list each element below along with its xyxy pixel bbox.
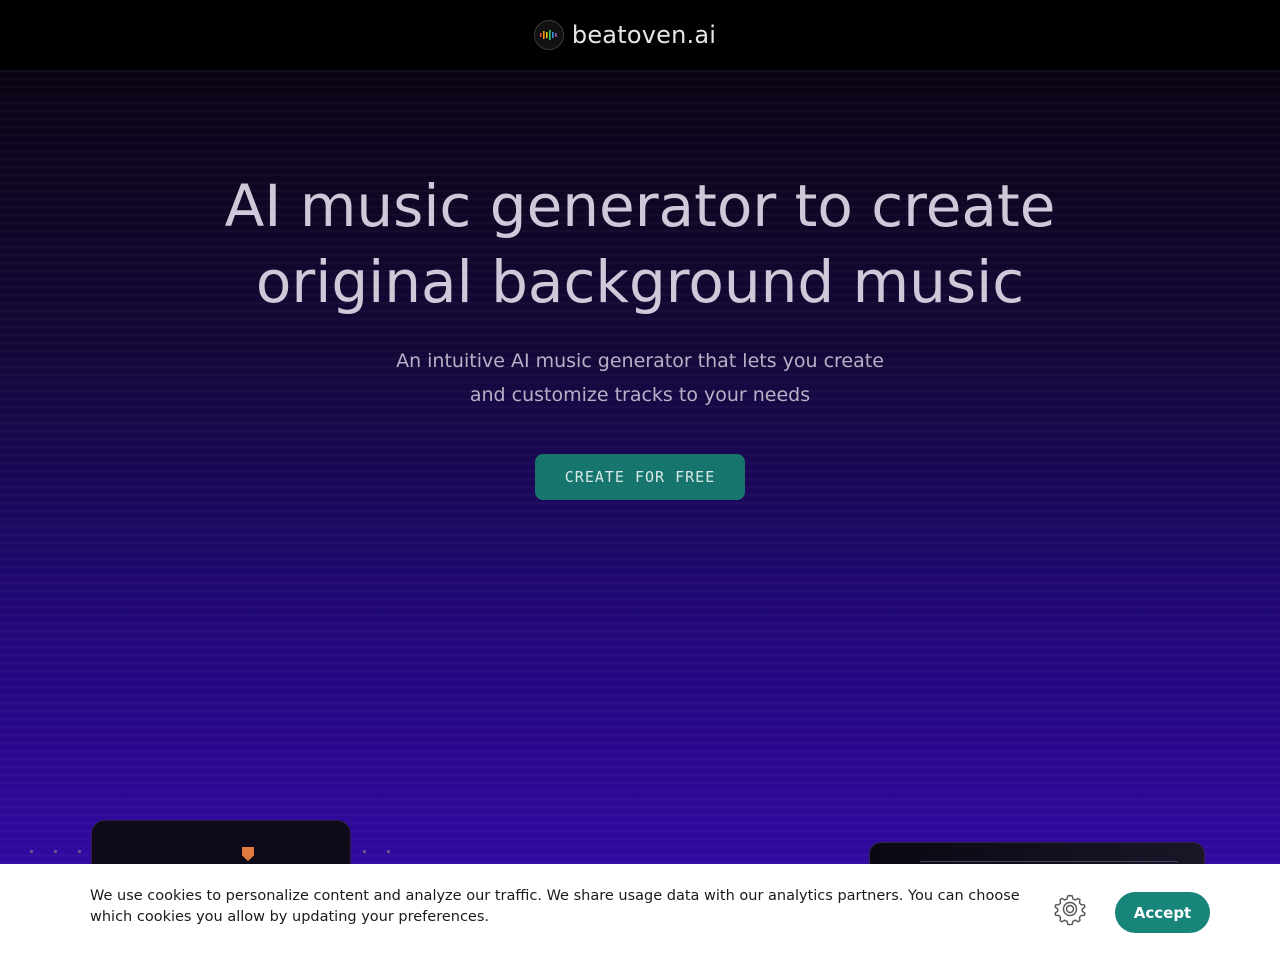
- hero-headline: AI music generator to create original ba…: [224, 172, 1056, 316]
- accept-cookies-button[interactable]: Accept: [1115, 892, 1210, 933]
- subhead-line-1: An intuitive AI music generator that let…: [396, 350, 884, 372]
- subhead-line-2: and customize tracks to your needs: [469, 384, 811, 406]
- cookie-message: We use cookies to personalize content an…: [90, 888, 1020, 925]
- create-for-free-button[interactable]: CREATE FOR FREE: [535, 454, 745, 500]
- gear-icon[interactable]: [1053, 892, 1087, 926]
- app-preview-right: [869, 842, 1205, 864]
- brand-name: beatoven.ai: [571, 21, 717, 49]
- top-nav-bar: beatoven.ai: [0, 0, 1280, 70]
- app-preview-left: [91, 820, 351, 864]
- playhead-marker-icon: [242, 847, 254, 861]
- equalizer-logo-icon: [533, 20, 564, 50]
- brand-logo-link[interactable]: beatoven.ai: [533, 20, 717, 50]
- hero-subheading: An intuitive AI music generator that let…: [340, 344, 940, 412]
- cookie-consent-banner: We use cookies to personalize content an…: [0, 864, 1280, 960]
- hero-section: AI music generator to create original ba…: [0, 70, 1280, 864]
